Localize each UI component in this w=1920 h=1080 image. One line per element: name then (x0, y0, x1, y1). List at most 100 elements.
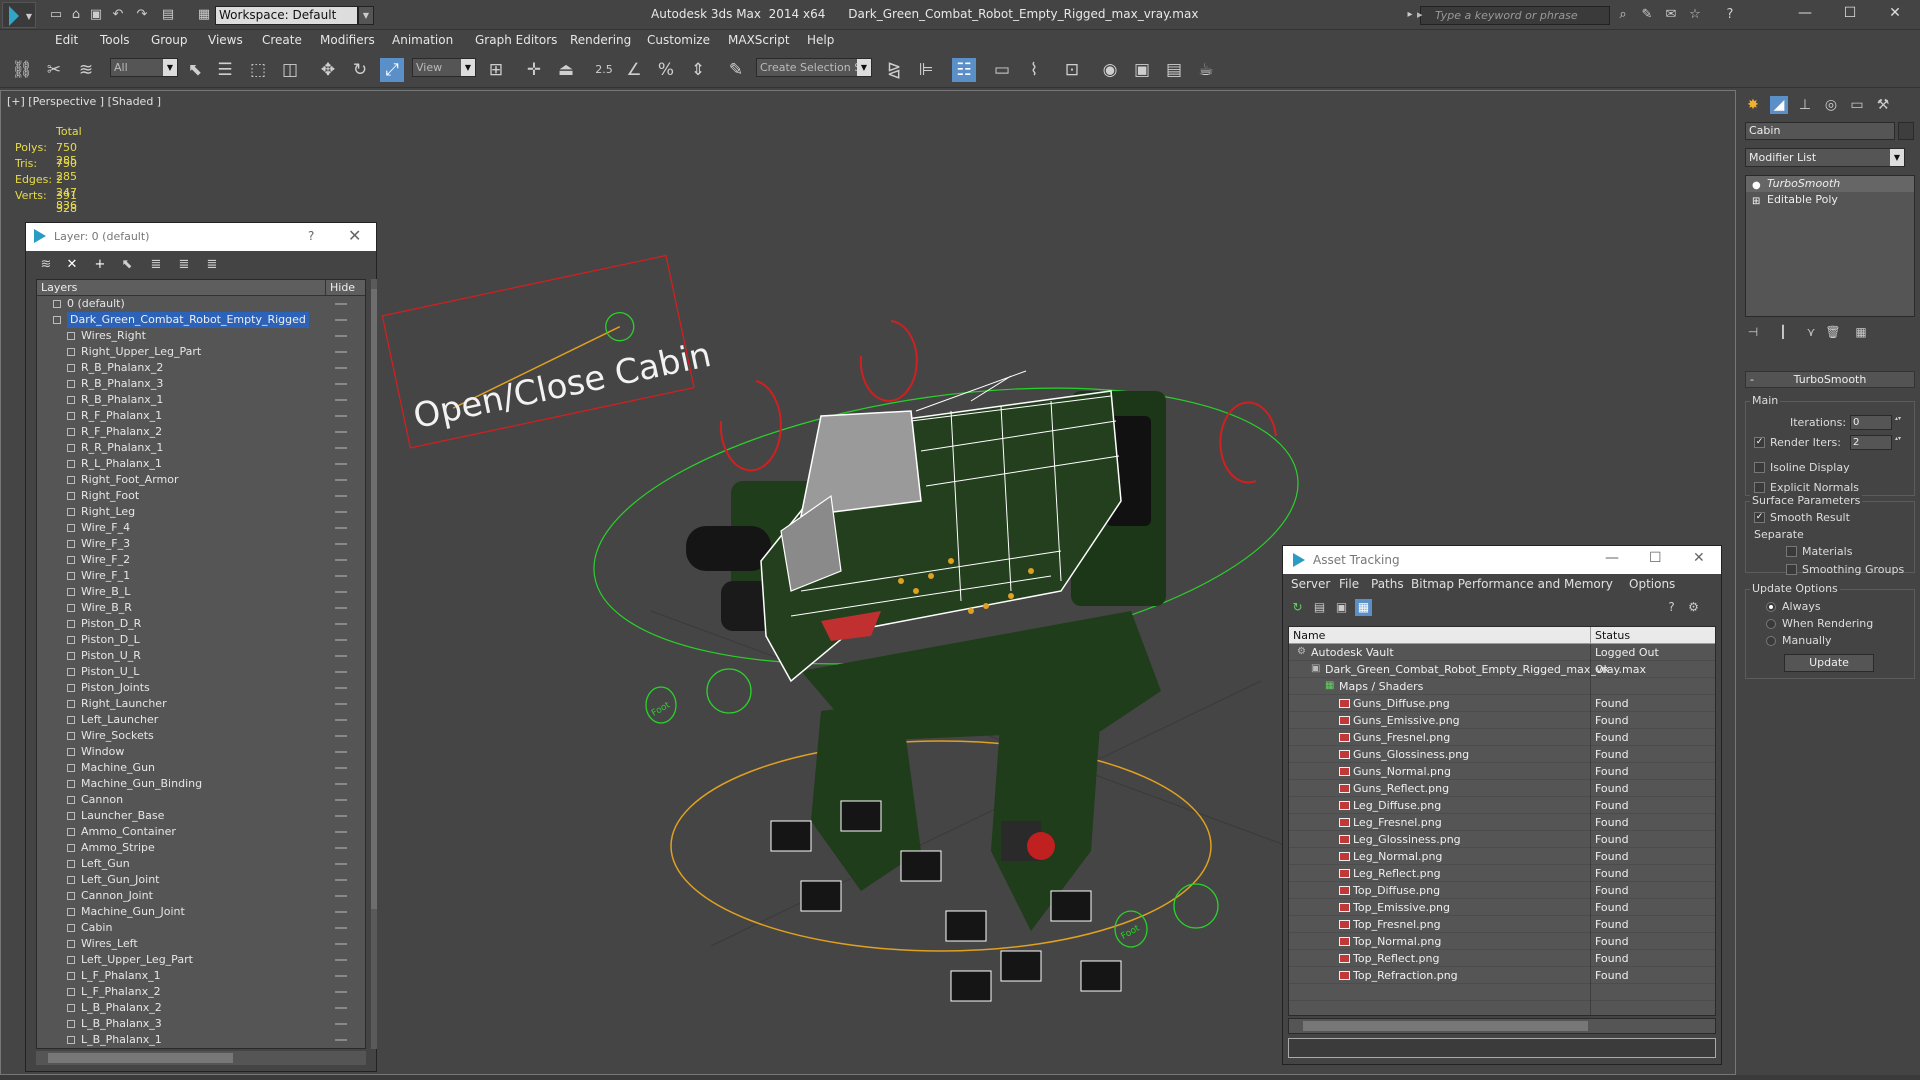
layer-row[interactable]: Cannon_Joint (37, 888, 365, 904)
layer-row[interactable]: Left_Launcher (37, 712, 365, 728)
hide-toggle[interactable] (335, 319, 347, 321)
render-iters-checkbox[interactable]: ✓ (1754, 437, 1765, 448)
select-and-link-icon[interactable]: ⛓ (10, 58, 34, 82)
scrollbar-thumb[interactable] (1303, 1021, 1588, 1031)
asset-row[interactable]: Leg_Glossiness.png Found (1289, 831, 1715, 848)
select-and-scale-icon[interactable]: ⤢ (380, 58, 404, 82)
layer-row[interactable]: 0 (default) (37, 296, 365, 312)
favorites-star-icon[interactable]: ☆ (1687, 7, 1703, 23)
menu-create[interactable]: Create (262, 33, 302, 47)
layer-row[interactable]: R_B_Phalanx_1 (37, 392, 365, 408)
menu-help[interactable]: Help (807, 33, 834, 47)
hide-toggle[interactable] (335, 767, 347, 769)
hide-toggle[interactable] (335, 399, 347, 401)
asset-row[interactable]: ▣ Dark_Green_Combat_Robot_Empty_Rigged_ma… (1289, 661, 1715, 678)
rectangular-selection-icon[interactable]: ⬚ (246, 58, 270, 82)
hide-toggle[interactable] (335, 303, 347, 305)
hierarchy-tab-icon[interactable]: ⊥ (1796, 96, 1814, 114)
turbosmooth-rollout-header[interactable]: - TurboSmooth (1745, 371, 1915, 388)
minimize-icon[interactable]: — (1605, 550, 1619, 566)
hide-toggle[interactable] (335, 879, 347, 881)
layer-dialog-titlebar[interactable]: Layer: 0 (default) ? ✕ (26, 223, 376, 251)
pivot-center-icon[interactable]: ⊞ (484, 58, 508, 82)
display-tab-icon[interactable]: ▭ (1848, 96, 1866, 114)
menu-animation[interactable]: Animation (392, 33, 453, 47)
layer-row[interactable]: Right_Foot (37, 488, 365, 504)
asset-row[interactable]: Leg_Fresnel.png Found (1289, 814, 1715, 831)
layer-row[interactable]: Machine_Gun_Binding (37, 776, 365, 792)
align-icon[interactable]: ⊫ (914, 58, 938, 82)
edit-named-selection-icon[interactable]: ✎ (724, 58, 748, 82)
asset-row[interactable]: Guns_Glossiness.png Found (1289, 746, 1715, 763)
layer-row[interactable]: Wires_Left (37, 936, 365, 952)
asset-menu-file[interactable]: File (1339, 577, 1359, 591)
layer-row[interactable]: Wire_F_2 (37, 552, 365, 568)
help-icon[interactable]: ? (1722, 7, 1738, 23)
layer-row[interactable]: Wire_B_L (37, 584, 365, 600)
layer-row[interactable]: Wire_Sockets (37, 728, 365, 744)
update-when-rendering-radio[interactable] (1766, 619, 1776, 629)
smoothing-groups-checkbox[interactable] (1786, 564, 1797, 575)
asset-row[interactable]: Top_Emissive.png Found (1289, 899, 1715, 916)
menu-maxscript[interactable]: MAXScript (728, 33, 790, 47)
hide-toggle[interactable] (335, 847, 347, 849)
smooth-result-checkbox[interactable]: ✓ (1754, 512, 1765, 523)
make-unique-icon[interactable]: ⋎ (1803, 324, 1819, 340)
hide-toggle[interactable] (335, 351, 347, 353)
hide-toggle[interactable] (335, 911, 347, 913)
asset-row[interactable]: Leg_Reflect.png Found (1289, 865, 1715, 882)
asset-row[interactable]: Top_Reflect.png Found (1289, 950, 1715, 967)
hide-toggle[interactable] (335, 335, 347, 337)
layer-row[interactable]: L_B_Phalanx_3 (37, 1016, 365, 1032)
hide-toggle[interactable] (335, 415, 347, 417)
motion-tab-icon[interactable]: ◎ (1822, 96, 1840, 114)
modifier-list-select[interactable]: Modifier List ▼ (1745, 148, 1905, 167)
close-icon[interactable]: ✕ (1693, 550, 1705, 566)
layer-row[interactable]: Launcher_Base (37, 808, 365, 824)
layer-row[interactable]: Machine_Gun_Joint (37, 904, 365, 920)
hide-toggle[interactable] (335, 831, 347, 833)
hide-all-layers-icon[interactable]: ≣ (176, 257, 192, 273)
layer-row[interactable]: Wire_B_R (37, 600, 365, 616)
hide-toggle[interactable] (335, 1023, 347, 1025)
layer-row[interactable]: Dark_Green_Combat_Robot_Empty_Rigged (37, 312, 365, 328)
iterations-spinner[interactable]: 0 (1850, 415, 1903, 430)
robot-model[interactable] (686, 370, 1166, 1002)
layer-row[interactable]: Ammo_Container (37, 824, 365, 840)
asset-row[interactable]: Guns_Emissive.png Found (1289, 712, 1715, 729)
maximize-icon[interactable]: ☐ (1649, 550, 1662, 566)
materials-checkbox[interactable] (1786, 546, 1797, 557)
snaps-toggle-icon[interactable]: 2.5 (592, 58, 616, 82)
hide-toggle[interactable] (335, 719, 347, 721)
asset-row[interactable]: Leg_Diffuse.png Found (1289, 797, 1715, 814)
layer-row[interactable]: Right_Upper_Leg_Part (37, 344, 365, 360)
reference-coordinate-select[interactable]: View ▼ (412, 58, 476, 77)
select-object-icon[interactable]: ⬉ (183, 58, 207, 82)
menu-group[interactable]: Group (151, 33, 188, 47)
layer-row[interactable]: Ammo_Stripe (37, 840, 365, 856)
expand-icon[interactable]: ⊞ (1752, 194, 1760, 210)
hide-toggle[interactable] (335, 479, 347, 481)
binoculars-icon[interactable]: ⌕ (1615, 7, 1631, 23)
highlight-selected-layer-icon[interactable]: ≣ (148, 257, 164, 273)
new-layer-icon[interactable]: ≋ (38, 257, 54, 273)
render-setup-icon[interactable]: ▣ (1130, 58, 1154, 82)
percent-snap-icon[interactable]: % (654, 58, 678, 82)
project-folder-icon[interactable]: ▤ (160, 7, 176, 23)
hide-toggle[interactable] (335, 799, 347, 801)
asset-row[interactable]: Guns_Normal.png Found (1289, 763, 1715, 780)
schematic-view-icon[interactable]: ⊡ (1060, 58, 1084, 82)
layer-row[interactable]: Right_Launcher (37, 696, 365, 712)
layer-row[interactable]: Left_Gun (37, 856, 365, 872)
asset-row[interactable]: Guns_Fresnel.png Found (1289, 729, 1715, 746)
hide-toggle[interactable] (335, 735, 347, 737)
layer-row[interactable]: Cabin (37, 920, 365, 936)
update-always-radio[interactable] (1766, 602, 1776, 612)
layer-row[interactable]: Right_Leg (37, 504, 365, 520)
select-by-name-icon[interactable]: ☰ (213, 58, 237, 82)
close-icon[interactable]: ✕ (348, 226, 361, 245)
bind-space-warp-icon[interactable]: ≋ (74, 58, 98, 82)
layer-row[interactable]: R_B_Phalanx_2 (37, 360, 365, 376)
column-layers[interactable]: Layers (41, 281, 77, 294)
hide-toggle[interactable] (335, 671, 347, 673)
